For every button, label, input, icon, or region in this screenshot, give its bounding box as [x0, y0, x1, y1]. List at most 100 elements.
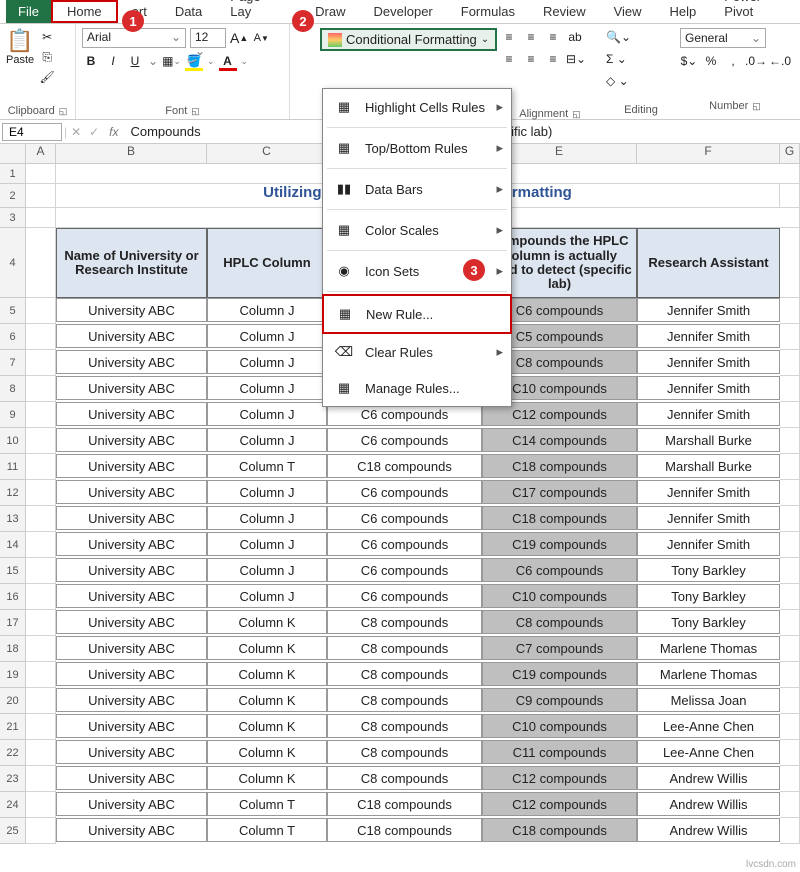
row-header[interactable]: 16	[0, 584, 26, 610]
comma-button[interactable]: ,	[724, 52, 742, 70]
cell-assistant[interactable]: Jennifer Smith	[637, 324, 780, 348]
cell-compounds-e[interactable]: C9 compounds	[482, 688, 637, 712]
cell-compounds-d[interactable]: C6 compounds	[327, 506, 482, 530]
decrease-decimal-button[interactable]: ←.0	[770, 52, 790, 70]
row-header[interactable]: 20	[0, 688, 26, 714]
row-header[interactable]: 8	[0, 376, 26, 402]
cell-compounds-e[interactable]: C8 compounds	[482, 610, 637, 634]
cell-assistant[interactable]: Andrew Willis	[637, 818, 780, 842]
row-header[interactable]: 2	[0, 184, 26, 208]
italic-button[interactable]: I	[104, 52, 122, 70]
cell-university[interactable]: University ABC	[56, 402, 207, 426]
menu-highlight-cells[interactable]: ▦Highlight Cells Rules	[323, 89, 511, 125]
cell-column[interactable]: Column J	[207, 584, 327, 608]
percent-button[interactable]: %	[702, 52, 720, 70]
align-bottom-button[interactable]: ≡	[544, 28, 562, 46]
row-header[interactable]: 3	[0, 208, 26, 228]
tab-home[interactable]: Home	[51, 0, 118, 23]
cell-compounds-d[interactable]: C6 compounds	[327, 532, 482, 556]
cell-compounds-d[interactable]: C8 compounds	[327, 740, 482, 764]
paste-button[interactable]: 📋 Paste	[6, 28, 34, 86]
increase-font-button[interactable]: A▲	[230, 29, 248, 47]
cell-column[interactable]: Column T	[207, 792, 327, 816]
align-center-button[interactable]: ≡	[522, 50, 540, 68]
cell-assistant[interactable]: Jennifer Smith	[637, 480, 780, 504]
cell-assistant[interactable]: Marlene Thomas	[637, 636, 780, 660]
cell-university[interactable]: University ABC	[56, 376, 207, 400]
cell-university[interactable]: University ABC	[56, 558, 207, 582]
cell-university[interactable]: University ABC	[56, 428, 207, 452]
row-header[interactable]: 23	[0, 766, 26, 792]
font-size-combo[interactable]: 12 ⌄	[190, 28, 226, 48]
cell-compounds-d[interactable]: C18 compounds	[327, 454, 482, 478]
cell-assistant[interactable]: Marshall Burke	[637, 428, 780, 452]
cell-university[interactable]: University ABC	[56, 532, 207, 556]
cell-assistant[interactable]: Tony Barkley	[637, 558, 780, 582]
tab-view[interactable]: View	[600, 0, 656, 23]
cell-university[interactable]: University ABC	[56, 662, 207, 686]
row-header[interactable]: 14	[0, 532, 26, 558]
cell-university[interactable]: University ABC	[56, 350, 207, 374]
cell-compounds-e[interactable]: C11 compounds	[482, 740, 637, 764]
menu-new-rule[interactable]: ▦New Rule...	[322, 294, 512, 334]
cell-column[interactable]: Column K	[207, 766, 327, 790]
row-header[interactable]: 12	[0, 480, 26, 506]
decrease-font-button[interactable]: A▼	[252, 29, 270, 47]
cell-column[interactable]: Column J	[207, 428, 327, 452]
increase-decimal-button[interactable]: .0→	[746, 52, 766, 70]
fill-color-button[interactable]: 🪣	[185, 52, 203, 70]
clear-button[interactable]: ◇ ⌄	[606, 72, 676, 90]
menu-manage-rules[interactable]: ▦Manage Rules...	[323, 370, 511, 406]
tab-help[interactable]: Help	[656, 0, 711, 23]
cell-column[interactable]: Column T	[207, 818, 327, 842]
row-header[interactable]: 25	[0, 818, 26, 844]
cell-compounds-d[interactable]: C6 compounds	[327, 480, 482, 504]
menu-icon-sets[interactable]: ◉Icon Sets 3	[323, 253, 511, 289]
col-G[interactable]: G	[780, 144, 800, 163]
cell-university[interactable]: University ABC	[56, 636, 207, 660]
row-header[interactable]: 17	[0, 610, 26, 636]
cell-compounds-e[interactable]: C18 compounds	[482, 506, 637, 530]
borders-button[interactable]: ▦⌄	[162, 52, 181, 70]
tab-data[interactable]: Data	[161, 0, 216, 23]
number-launcher-icon[interactable]: ◱	[752, 101, 761, 111]
cell-compounds-e[interactable]: C14 compounds	[482, 428, 637, 452]
col-C[interactable]: C	[207, 144, 327, 163]
cell-compounds-e[interactable]: C6 compounds	[482, 558, 637, 582]
cell-university[interactable]: University ABC	[56, 766, 207, 790]
col-A[interactable]: A	[26, 144, 56, 163]
row-header[interactable]: 6	[0, 324, 26, 350]
cell-compounds-d[interactable]: C18 compounds	[327, 818, 482, 842]
cell-column[interactable]: Column J	[207, 480, 327, 504]
cell-assistant[interactable]: Tony Barkley	[637, 584, 780, 608]
cell-column[interactable]: Column T	[207, 454, 327, 478]
row-header[interactable]: 19	[0, 662, 26, 688]
col-F[interactable]: F	[637, 144, 780, 163]
cell-assistant[interactable]: Marshall Burke	[637, 454, 780, 478]
cell-assistant[interactable]: Jennifer Smith	[637, 376, 780, 400]
row-header[interactable]: 10	[0, 428, 26, 454]
row-header[interactable]: 15	[0, 558, 26, 584]
cell-compounds-e[interactable]: C18 compounds	[482, 454, 637, 478]
cell-compounds-d[interactable]: C6 compounds	[327, 428, 482, 452]
cell-compounds-d[interactable]: C8 compounds	[327, 766, 482, 790]
menu-data-bars[interactable]: ▮▮Data Bars	[323, 171, 511, 207]
cell-university[interactable]: University ABC	[56, 818, 207, 842]
cell-column[interactable]: Column J	[207, 532, 327, 556]
cell-compounds-e[interactable]: C12 compounds	[482, 792, 637, 816]
cell-compounds-e[interactable]: C10 compounds	[482, 714, 637, 738]
row-header[interactable]: 5	[0, 298, 26, 324]
merge-center-button[interactable]: ⊟⌄	[566, 50, 586, 68]
cell-compounds-e[interactable]: C19 compounds	[482, 532, 637, 556]
tab-formulas[interactable]: Formulas	[447, 0, 529, 23]
row-header[interactable]: 4	[0, 228, 26, 298]
underline-button[interactable]: U	[126, 52, 144, 70]
align-top-button[interactable]: ≡	[500, 28, 518, 46]
cell-university[interactable]: University ABC	[56, 714, 207, 738]
bold-button[interactable]: B	[82, 52, 100, 70]
row-header[interactable]: 21	[0, 714, 26, 740]
cell-compounds-d[interactable]: C8 compounds	[327, 636, 482, 660]
alignment-launcher-icon[interactable]: ◱	[572, 109, 581, 119]
cell-compounds-d[interactable]: C8 compounds	[327, 688, 482, 712]
accounting-button[interactable]: $⌄	[680, 52, 698, 70]
